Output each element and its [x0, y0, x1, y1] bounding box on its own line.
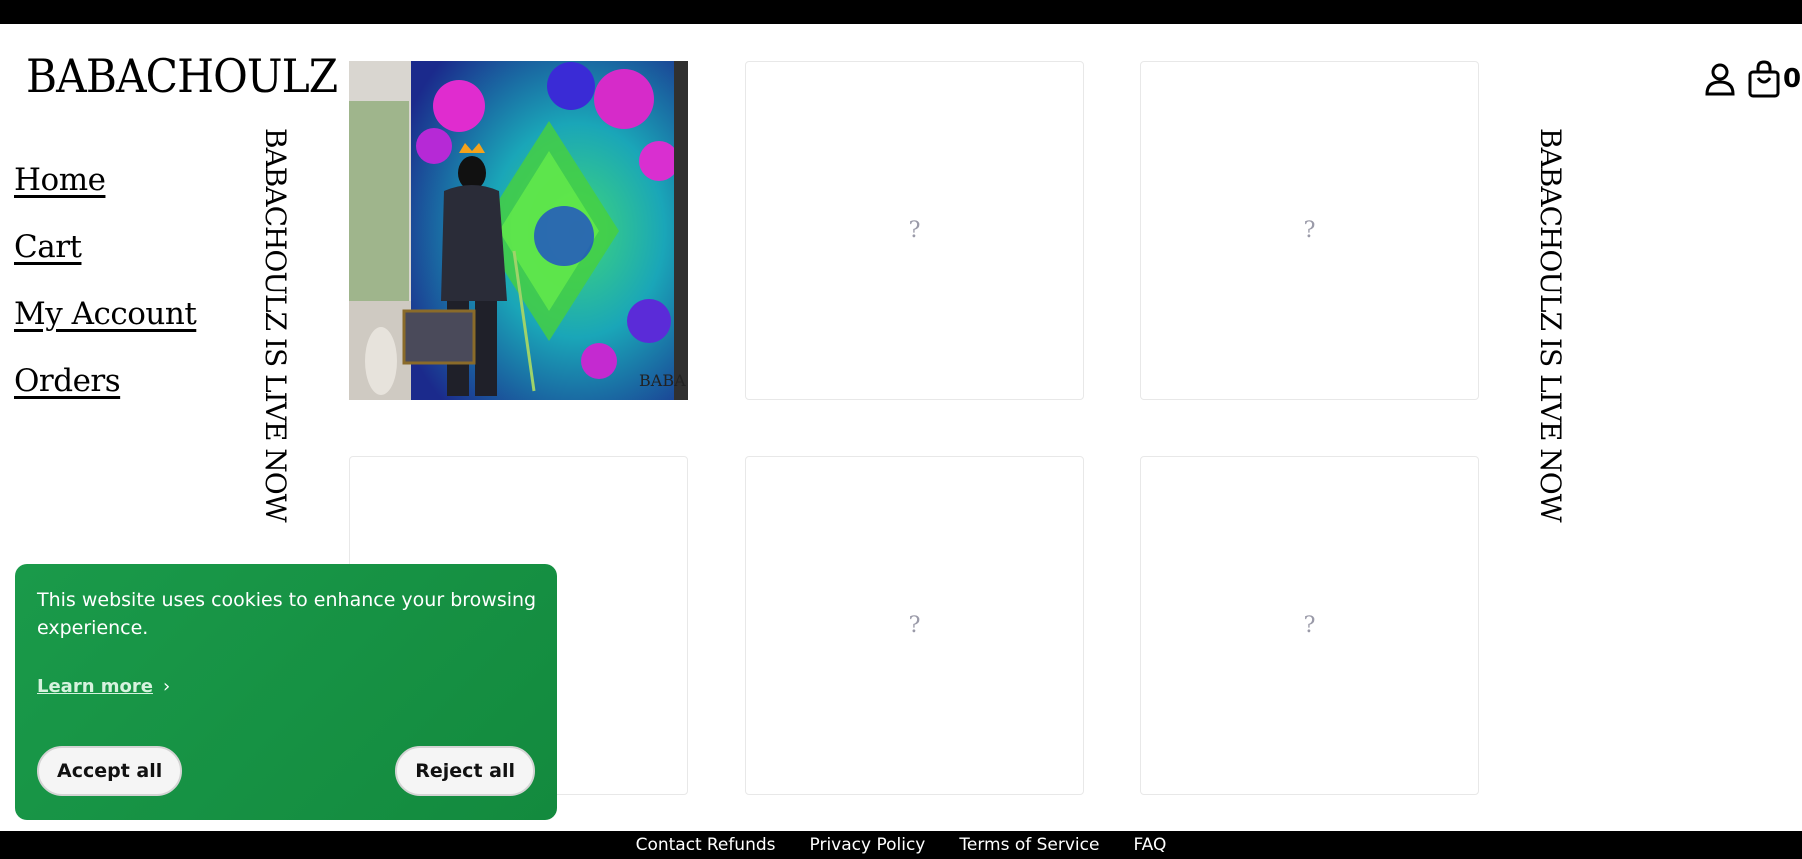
account-icon[interactable]: [1703, 60, 1737, 98]
product-tile[interactable]: ?: [745, 456, 1084, 795]
shopping-bag-icon[interactable]: [1747, 60, 1781, 98]
learn-more-link[interactable]: Learn more: [37, 676, 153, 697]
footer-link-faq[interactable]: FAQ: [1133, 831, 1166, 859]
footer-link-terms-of-service[interactable]: Terms of Service: [959, 831, 1099, 859]
cookie-message: This website uses cookies to enhance you…: [37, 589, 537, 639]
cookie-consent-banner: This website uses cookies to enhance you…: [15, 564, 557, 820]
artwork-signature: BABA: [639, 371, 686, 390]
product-tile[interactable]: ?: [745, 61, 1084, 400]
nav-link-orders[interactable]: Orders: [14, 361, 196, 401]
nav-link-my-account[interactable]: My Account: [14, 294, 197, 334]
chevron-right-icon[interactable]: ›: [163, 676, 170, 697]
marquee-text-left: BABACHOULZ IS LIVE NOW: [259, 128, 292, 522]
image-placeholder-icon: ?: [1303, 218, 1316, 243]
cart-count-badge[interactable]: 0: [1783, 64, 1801, 94]
product-tile-artwork[interactable]: BABA: [349, 61, 688, 400]
marquee-text-right: BABACHOULZ IS LIVE NOW: [1534, 128, 1567, 522]
header-icons: 0: [1703, 60, 1801, 98]
footer-group-contact-refunds: Contact Refunds: [636, 831, 776, 859]
accept-all-button[interactable]: Accept all: [37, 746, 183, 796]
product-tile[interactable]: ?: [1140, 61, 1479, 400]
nav-link-cart[interactable]: Cart: [14, 227, 196, 267]
side-nav: Home Cart My Account Orders: [14, 160, 197, 428]
footer: Contact Refunds Privacy Policy Terms of …: [0, 831, 1802, 859]
image-placeholder-icon: ?: [908, 613, 921, 638]
nav-link-home[interactable]: Home: [14, 160, 196, 200]
footer-link-contact[interactable]: Contact: [636, 835, 702, 855]
footer-link-refunds[interactable]: Refunds: [707, 835, 776, 855]
footer-link-privacy-policy[interactable]: Privacy Policy: [810, 831, 926, 859]
reject-all-button[interactable]: Reject all: [395, 746, 535, 796]
top-bar: [0, 0, 1802, 24]
product-tile[interactable]: ?: [1140, 456, 1479, 795]
image-placeholder-icon: ?: [1303, 613, 1316, 638]
image-placeholder-icon: ?: [908, 218, 921, 243]
brand-logo[interactable]: BABACHOULZ: [26, 48, 338, 104]
artwork-image: BABA: [349, 61, 688, 400]
